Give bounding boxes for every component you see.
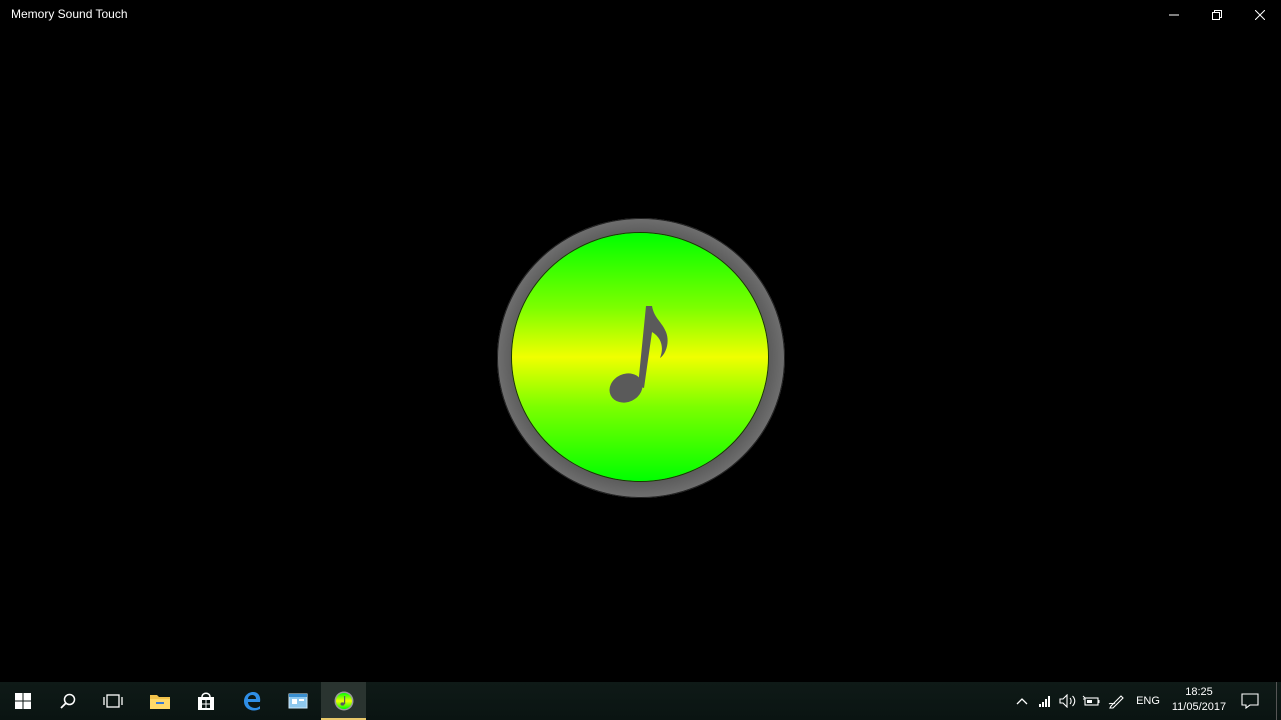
volume-icon	[1059, 694, 1076, 708]
edge-icon	[243, 692, 260, 711]
network-icon	[1039, 696, 1050, 707]
search-icon	[59, 693, 75, 709]
sound-button-face[interactable]	[512, 233, 768, 481]
clock[interactable]: 18:25 11/05/2017	[1166, 682, 1232, 720]
task-view-icon	[102, 694, 123, 708]
folder-icon	[149, 695, 170, 709]
restore-icon	[1211, 10, 1222, 20]
close-icon	[1254, 10, 1265, 20]
app-button[interactable]	[275, 682, 320, 720]
store-icon	[197, 692, 214, 710]
window-controls	[1152, 0, 1281, 30]
pen-workspace-button[interactable]	[1107, 682, 1127, 720]
pen-icon	[1108, 695, 1124, 709]
minimize-button[interactable]	[1152, 0, 1195, 30]
edge-button[interactable]	[229, 682, 274, 720]
input-language[interactable]: ENG	[1134, 682, 1162, 720]
network-button[interactable]	[1036, 682, 1054, 720]
show-hidden-icons-button[interactable]	[1013, 682, 1031, 720]
title-bar[interactable]: Memory Sound Touch	[0, 0, 1281, 30]
clock-date: 11/05/2017	[1171, 701, 1227, 713]
start-button[interactable]	[0, 682, 45, 720]
sound-button[interactable]	[497, 218, 785, 498]
battery-icon	[1082, 695, 1100, 706]
restore-button[interactable]	[1195, 0, 1238, 30]
action-center-button[interactable]	[1238, 682, 1262, 720]
search-button[interactable]	[45, 682, 90, 720]
file-explorer-button[interactable]	[137, 682, 182, 720]
chevron-up-icon	[1016, 698, 1028, 705]
app-window-icon	[288, 693, 307, 709]
memory-sound-touch-app-icon	[334, 691, 353, 711]
show-desktop-button[interactable]	[1276, 682, 1281, 720]
minimize-icon	[1168, 14, 1179, 16]
battery-button[interactable]	[1081, 682, 1101, 720]
notification-icon	[1241, 693, 1259, 709]
close-button[interactable]	[1238, 0, 1281, 30]
taskbar: ENG 18:25 11/05/2017	[0, 682, 1281, 720]
clock-time: 18:25	[1185, 686, 1213, 698]
memory-sound-touch-taskbar-button[interactable]	[321, 682, 366, 720]
store-button[interactable]	[183, 682, 228, 720]
music-note-icon	[609, 306, 668, 403]
windows-logo-icon	[14, 693, 31, 709]
window-title: Memory Sound Touch	[11, 7, 128, 21]
task-view-button[interactable]	[90, 682, 135, 720]
app-window: Memory Sound Touch	[0, 0, 1281, 682]
volume-button[interactable]	[1058, 682, 1078, 720]
